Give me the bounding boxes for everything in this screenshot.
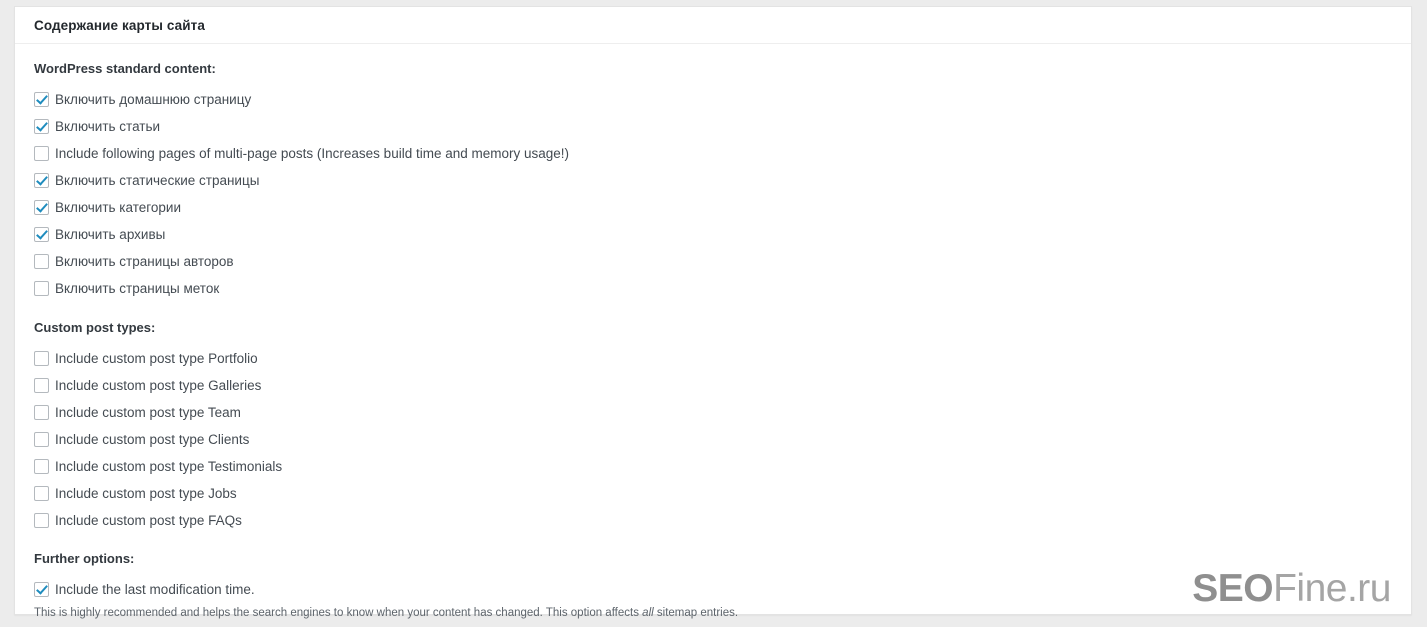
- page-title: Содержание карты сайта: [34, 18, 205, 33]
- checkbox-icon[interactable]: [34, 582, 49, 597]
- checkbox-icon[interactable]: [34, 378, 49, 393]
- checkbox-icon[interactable]: [34, 200, 49, 215]
- checkbox-icon[interactable]: [34, 486, 49, 501]
- section-heading-further-options: Further options:: [34, 551, 135, 566]
- checkbox-row[interactable]: Include custom post type Galleries: [34, 372, 1411, 399]
- standard-content-options: Включить домашнюю страницу Включить стат…: [34, 86, 1411, 302]
- checkbox-icon[interactable]: [34, 405, 49, 420]
- checkbox-row[interactable]: Включить архивы: [34, 221, 1411, 248]
- checkbox-row[interactable]: Include custom post type FAQs: [34, 507, 1411, 534]
- checkbox-row[interactable]: Включить категории: [34, 194, 1411, 221]
- checkbox-row[interactable]: Включить страницы меток: [34, 275, 1411, 302]
- checkbox-label[interactable]: Include custom post type Clients: [55, 431, 249, 449]
- checkbox-icon[interactable]: [34, 432, 49, 447]
- section-heading-custom-post-types: Custom post types:: [34, 320, 156, 335]
- checkbox-label[interactable]: Включить статьи: [55, 118, 160, 136]
- checkbox-label[interactable]: Include custom post type Portfolio: [55, 350, 258, 368]
- checkbox-icon[interactable]: [34, 173, 49, 188]
- checkbox-row[interactable]: Включить статьи: [34, 113, 1411, 140]
- checkbox-row[interactable]: Include custom post type Testimonials: [34, 453, 1411, 480]
- panel-body: WordPress standard content: Включить дом…: [15, 44, 1411, 619]
- checkbox-label[interactable]: Включить домашнюю страницу: [55, 91, 251, 109]
- checkbox-icon[interactable]: [34, 459, 49, 474]
- description-text-after: sitemap entries.: [653, 607, 739, 619]
- watermark-light-text: Fine.ru: [1273, 567, 1391, 610]
- checkbox-label[interactable]: Включить архивы: [55, 226, 165, 244]
- checkbox-icon[interactable]: [34, 281, 49, 296]
- checkbox-label[interactable]: Include the last modification time.: [55, 581, 255, 599]
- watermark-logo: SEOFine.ru: [1192, 566, 1391, 612]
- checkbox-label[interactable]: Include custom post type Testimonials: [55, 458, 282, 476]
- checkbox-label[interactable]: Включить страницы авторов: [55, 253, 234, 271]
- checkbox-label[interactable]: Include custom post type FAQs: [55, 512, 242, 530]
- checkbox-icon[interactable]: [34, 513, 49, 528]
- checkbox-icon[interactable]: [34, 119, 49, 134]
- checkbox-label[interactable]: Включить статические страницы: [55, 172, 259, 190]
- checkbox-row[interactable]: Include custom post type Jobs: [34, 480, 1411, 507]
- checkbox-label[interactable]: Include custom post type Team: [55, 404, 241, 422]
- checkbox-row[interactable]: Включить статические страницы: [34, 167, 1411, 194]
- checkbox-row[interactable]: Include custom post type Clients: [34, 426, 1411, 453]
- checkbox-row[interactable]: Include following pages of multi-page po…: [34, 140, 1411, 167]
- panel-header: Содержание карты сайта: [15, 7, 1411, 44]
- checkbox-icon[interactable]: [34, 351, 49, 366]
- checkbox-row[interactable]: Include custom post type Portfolio: [34, 345, 1411, 372]
- section-heading-standard: WordPress standard content:: [34, 61, 216, 76]
- checkbox-icon[interactable]: [34, 227, 49, 242]
- checkbox-row[interactable]: Включить домашнюю страницу: [34, 86, 1411, 113]
- checkbox-row[interactable]: Включить страницы авторов: [34, 248, 1411, 275]
- checkbox-icon[interactable]: [34, 254, 49, 269]
- checkbox-label[interactable]: Включить категории: [55, 199, 181, 217]
- custom-post-type-options: Include custom post type Portfolio Inclu…: [34, 345, 1411, 534]
- sitemap-content-panel: Содержание карты сайта WordPress standar…: [14, 6, 1412, 619]
- description-text-before: This is highly recommended and helps the…: [34, 607, 643, 619]
- checkbox-icon[interactable]: [34, 146, 49, 161]
- checkbox-label[interactable]: Include custom post type Jobs: [55, 485, 237, 503]
- checkbox-label[interactable]: Включить страницы меток: [55, 280, 219, 298]
- checkbox-icon[interactable]: [34, 92, 49, 107]
- checkbox-label[interactable]: Include custom post type Galleries: [55, 377, 261, 395]
- checkbox-label[interactable]: Include following pages of multi-page po…: [55, 145, 569, 163]
- watermark-bold-text: SEO: [1192, 567, 1274, 610]
- description-emphasis: all: [642, 607, 654, 619]
- checkbox-row[interactable]: Include custom post type Team: [34, 399, 1411, 426]
